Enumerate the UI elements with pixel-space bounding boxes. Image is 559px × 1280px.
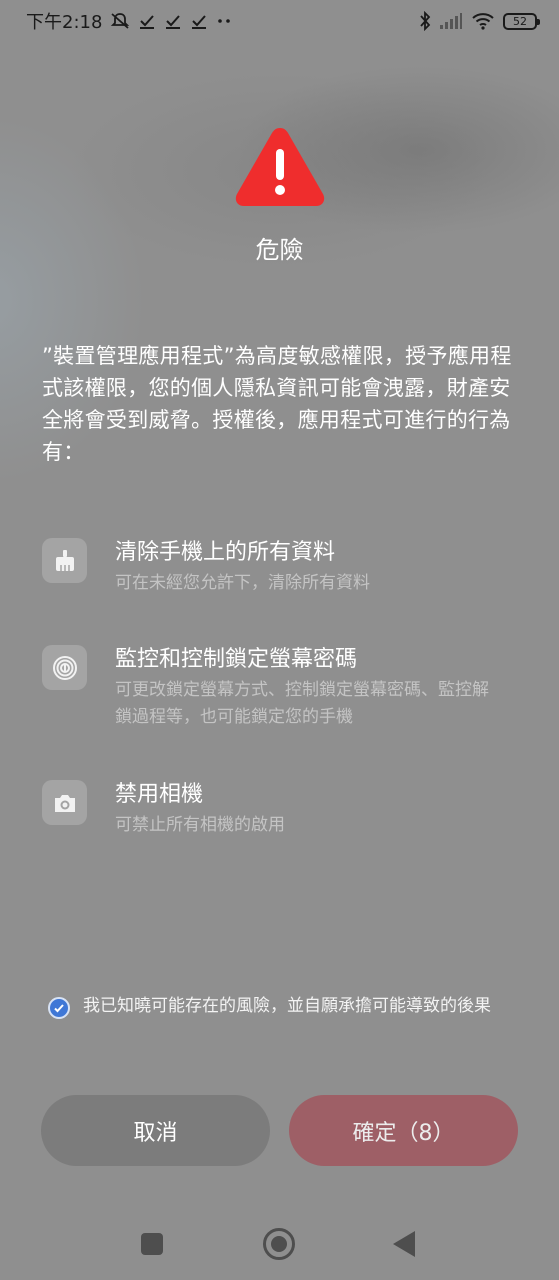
permission-subtitle: 可禁止所有相機的啟用: [115, 815, 285, 835]
status-time: 下午2:18: [26, 12, 103, 33]
wifi-icon: [471, 12, 495, 30]
navigation-bar: [0, 1214, 559, 1274]
confirm-button[interactable]: 確定（8）: [289, 1095, 518, 1166]
acknowledge-label: 我已知曉可能存在的風險，並自願承擔可能導致的後果: [83, 996, 491, 1016]
battery-indicator: 52: [503, 12, 540, 30]
permission-subtitle: 可在未經您允許下，清除所有資料: [115, 573, 370, 593]
recents-square-icon[interactable]: [141, 1233, 163, 1255]
signal-icon: [439, 12, 463, 30]
bluetooth-icon: [419, 11, 431, 31]
permission-item-lock-screen: 監控和控制鎖定螢幕密碼 可更改鎖定螢幕方式、控制鎖定螢幕密碼、監控解鎖過程等，也…: [42, 645, 522, 731]
check-icon: [190, 12, 208, 30]
dialog-description: ”裝置管理應用程式”為高度敏感權限，授予應用程式該權限，您的個人隱私資訊可能會洩…: [42, 344, 512, 464]
permission-item-wipe-data: 清除手機上的所有資料 可在未經您允許下，清除所有資料: [42, 538, 522, 597]
mute-bell-icon: [110, 11, 130, 31]
permission-item-disable-camera: 禁用相機 可禁止所有相機的啟用: [42, 780, 522, 839]
acknowledge-checkbox[interactable]: [48, 997, 70, 1019]
camera-icon: [42, 780, 87, 825]
cancel-button[interactable]: 取消: [41, 1095, 270, 1166]
broom-icon: [42, 538, 87, 583]
check-icon: [138, 12, 156, 30]
back-triangle-icon[interactable]: [393, 1231, 415, 1257]
risk-acknowledge-row[interactable]: 我已知曉可能存在的風險，並自願承擔可能導致的後果: [48, 993, 518, 1019]
permission-title: 清除手機上的所有資料: [115, 540, 336, 565]
more-dots-icon: [216, 16, 232, 26]
permission-title: 禁用相機: [115, 782, 204, 807]
checkmark-icon: [54, 1004, 64, 1013]
home-circle-icon[interactable]: [263, 1228, 295, 1260]
dialog-title: 危險: [255, 236, 304, 264]
permission-title: 監控和控制鎖定螢幕密碼: [115, 647, 358, 672]
warning-triangle-icon: [230, 122, 330, 212]
fingerprint-icon: [42, 645, 87, 690]
permission-subtitle: 可更改鎖定螢幕方式、控制鎖定螢幕密碼、監控解鎖過程等，也可能鎖定您的手機: [115, 680, 489, 727]
status-bar: 下午2:18 52: [0, 0, 559, 42]
check-icon: [164, 12, 182, 30]
